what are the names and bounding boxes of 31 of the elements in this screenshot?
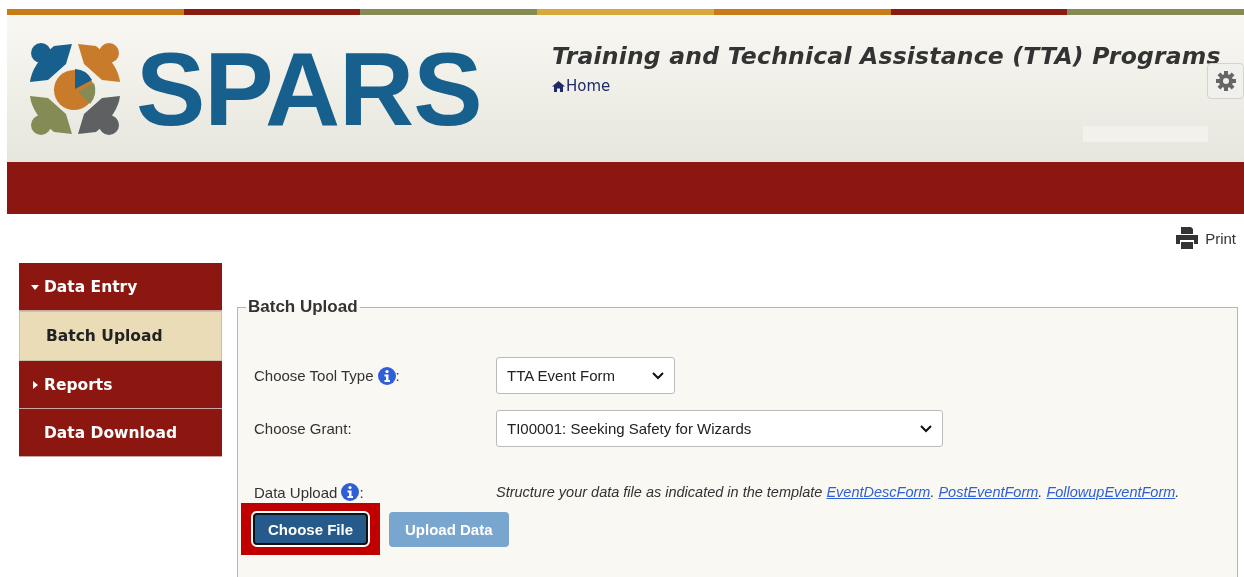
field-label: Data Upload bbox=[254, 483, 338, 501]
info-icon bbox=[341, 483, 360, 501]
home-link[interactable]: Home bbox=[552, 77, 611, 95]
settings-icon bbox=[1214, 70, 1237, 92]
caret-icon bbox=[31, 380, 39, 389]
template-link[interactable]: FollowupEventForm bbox=[1046, 484, 1176, 500]
template-link[interactable]: EventDescForm bbox=[826, 484, 931, 500]
caret-icon bbox=[31, 282, 39, 291]
home-icon bbox=[552, 80, 565, 92]
logo-wordmark: SPARS bbox=[136, 36, 482, 141]
colon-text: : bbox=[395, 367, 400, 384]
tool-type-dropdown[interactable]: TTA Event Form bbox=[496, 357, 675, 394]
sidebar-item[interactable]: Reports bbox=[19, 361, 222, 409]
sidebar-item[interactable]: Data Entry bbox=[19, 263, 222, 311]
upload-instructions: Structure your data file as indicated in the template EventDescForm. PostEventForm. FollowupEventForm. bbox=[496, 484, 1180, 500]
field-label: Choose Tool Type bbox=[254, 367, 374, 384]
sidebar-item[interactable]: Batch Upload bbox=[19, 311, 222, 361]
panel-legend: Batch Upload bbox=[246, 297, 360, 317]
sidebar-item[interactable]: Data Download bbox=[19, 409, 222, 457]
grant-dropdown[interactable]: TI00001: Seeking Safety for Wizards bbox=[496, 410, 943, 447]
chevron-down-icon bbox=[652, 371, 664, 380]
program-title: Training and Technical Assistance (TTA) Programs bbox=[552, 42, 1221, 70]
template-link[interactable]: PostEventForm bbox=[938, 484, 1039, 500]
people-circle-logo-icon bbox=[28, 41, 122, 136]
printer-icon bbox=[1175, 227, 1200, 249]
choose-file-button[interactable]: Choose File bbox=[253, 513, 368, 545]
print-link[interactable]: Print bbox=[1175, 227, 1236, 249]
chevron-down-icon bbox=[920, 424, 932, 433]
info-icon bbox=[377, 366, 396, 385]
field-label: Choose Grant: bbox=[254, 420, 352, 437]
colon-text: : bbox=[359, 483, 364, 501]
